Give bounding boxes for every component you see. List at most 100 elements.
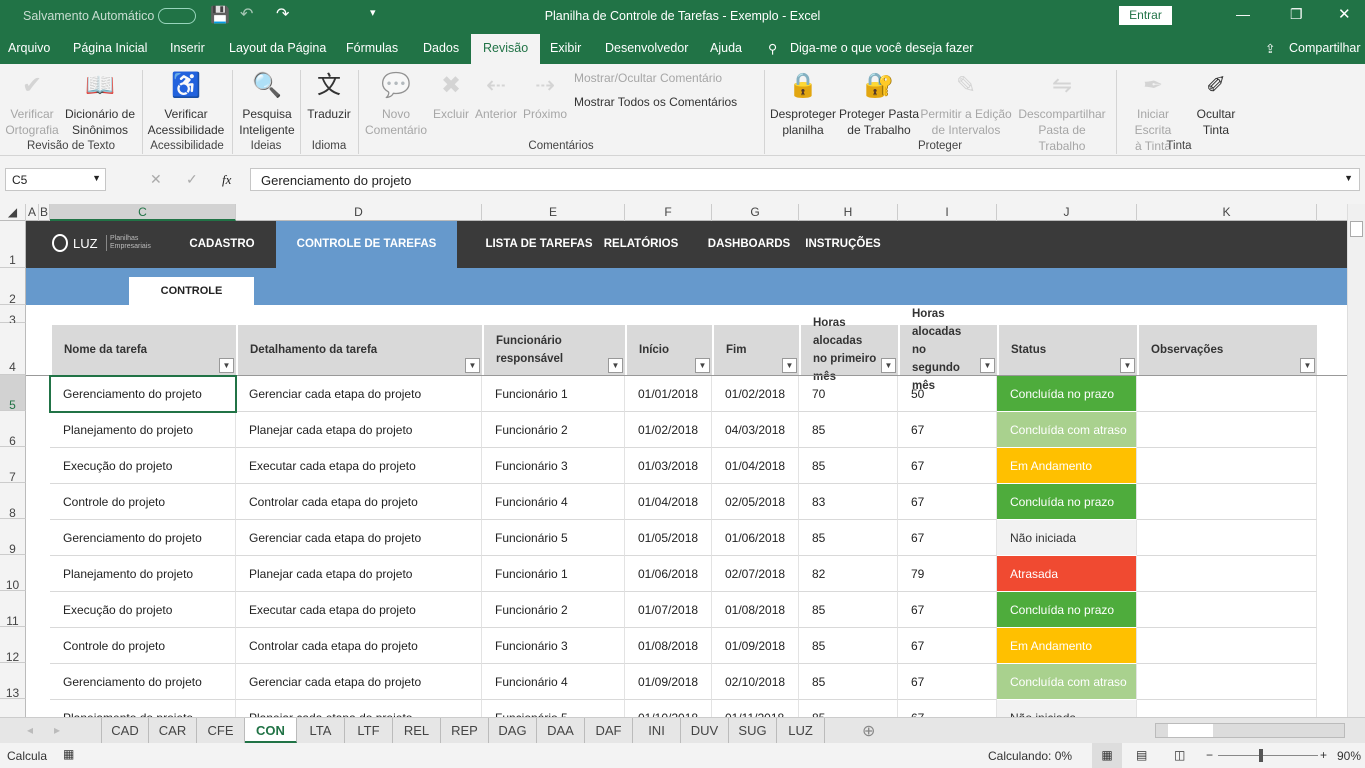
table-cell[interactable]: 01/09/2018 <box>625 664 712 700</box>
verificar-button[interactable]: ♿ Verificar Acessibilidade <box>146 70 226 138</box>
row-header-4[interactable]: 4 <box>0 323 26 375</box>
table-cell[interactable]: 67 <box>898 664 997 700</box>
macro-record-icon[interactable]: ▦ <box>63 747 74 761</box>
table-cell[interactable]: Planejar cada etapa do projeto <box>236 700 482 717</box>
filter-dropdown-icon[interactable]: ▼ <box>782 358 797 373</box>
table-cell[interactable]: Gerenciamento do projeto <box>50 520 236 556</box>
table-cell[interactable]: Funcionário 4 <box>482 484 625 520</box>
table-cell[interactable]: 01/11/2018 <box>712 700 799 717</box>
table-cell[interactable]: 01/09/2018 <box>712 628 799 664</box>
row-header-12[interactable]: 12 <box>0 627 26 664</box>
permitir-a-edição-button[interactable]: ✎ Permitir a Edição de Intervalos <box>918 70 1014 138</box>
table-cell[interactable] <box>1137 520 1317 556</box>
table-cell[interactable] <box>1137 664 1317 700</box>
nav-dashboards[interactable]: DASHBOARDS <box>702 221 796 268</box>
table-cell[interactable]: Funcionário 3 <box>482 628 625 664</box>
table-cell[interactable]: 67 <box>898 484 997 520</box>
table-cell[interactable]: 04/03/2018 <box>712 412 799 448</box>
row-header-6[interactable]: 6 <box>0 411 26 448</box>
table-cell[interactable]: 67 <box>898 520 997 556</box>
zoom-in-icon[interactable]: + <box>1320 748 1327 762</box>
pesquisa-button[interactable]: 🔍 Pesquisa Inteligente <box>236 70 298 138</box>
table-cell[interactable]: 02/10/2018 <box>712 664 799 700</box>
filter-dropdown-icon[interactable]: ▼ <box>881 358 896 373</box>
table-cell[interactable]: 85 <box>799 448 898 484</box>
table-cell[interactable]: 83 <box>799 484 898 520</box>
vertical-scrollbar[interactable] <box>1347 204 1365 717</box>
row-header-1[interactable]: 1 <box>0 221 26 268</box>
column-header-I[interactable]: I <box>898 204 997 221</box>
sheet-tab-luz[interactable]: LUZ <box>777 718 825 743</box>
filter-dropdown-icon[interactable]: ▼ <box>465 358 480 373</box>
table-cell[interactable]: 85 <box>799 628 898 664</box>
table-cell[interactable]: Execução do projeto <box>50 448 236 484</box>
proteger-pasta-button[interactable]: 🔐 Proteger Pasta de Trabalho <box>838 70 920 138</box>
close-icon[interactable]: ✕ <box>1338 5 1351 23</box>
table-cell[interactable]: 67 <box>898 628 997 664</box>
status-badge[interactable]: Concluída no prazo <box>997 592 1137 628</box>
tab-exibir[interactable]: Exibir <box>550 41 581 55</box>
nav-controle-de-tarefas[interactable]: CONTROLE DE TAREFAS <box>276 221 457 268</box>
select-all-button[interactable]: ◢ <box>0 204 26 221</box>
table-cell[interactable]: 85 <box>799 700 898 717</box>
table-cell[interactable] <box>1137 448 1317 484</box>
table-cell[interactable]: 01/06/2018 <box>712 520 799 556</box>
novo-button[interactable]: 💬 Novo Comentário <box>362 70 430 138</box>
formula-input[interactable]: Gerenciamento do projeto ▼ <box>250 168 1360 191</box>
share-button[interactable]: Compartilhar <box>1289 41 1361 55</box>
table-cell[interactable]: Controlar cada etapa do projeto <box>236 628 482 664</box>
subtab-controle[interactable]: CONTROLE <box>129 277 254 305</box>
table-cell[interactable] <box>1137 592 1317 628</box>
row-header-7[interactable]: 7 <box>0 447 26 484</box>
tab-ajuda[interactable]: Ajuda <box>710 41 742 55</box>
table-cell[interactable]: 85 <box>799 664 898 700</box>
table-cell[interactable]: Funcionário 5 <box>482 700 625 717</box>
table-cell[interactable]: 82 <box>799 556 898 592</box>
anterior-button[interactable]: ⇠ Anterior <box>472 70 520 122</box>
table-cell[interactable]: Controle do projeto <box>50 628 236 664</box>
signin-button[interactable]: Entrar <box>1119 6 1172 25</box>
row-header-9[interactable]: 9 <box>0 519 26 556</box>
table-cell[interactable]: 01/05/2018 <box>625 520 712 556</box>
sheet-tab-con[interactable]: CON <box>245 718 297 743</box>
sheet-tab-ltf[interactable]: LTF <box>345 718 393 743</box>
column-header-H[interactable]: H <box>799 204 898 221</box>
ocultar-button[interactable]: ✐ Ocultar Tinta <box>1194 70 1238 138</box>
enter-icon[interactable]: ✓ <box>186 171 198 188</box>
table-cell[interactable]: Funcionário 1 <box>482 556 625 592</box>
filter-dropdown-icon[interactable]: ▼ <box>219 358 234 373</box>
sheet-tab-rel[interactable]: REL <box>393 718 441 743</box>
normal-view-icon[interactable]: ▦ <box>1092 743 1122 768</box>
table-cell[interactable]: 01/04/2018 <box>625 484 712 520</box>
sheet-tab-daf[interactable]: DAF <box>585 718 633 743</box>
table-cell[interactable]: 01/02/2018 <box>625 412 712 448</box>
row-header-10[interactable]: 10 <box>0 555 26 592</box>
table-cell[interactable]: 01/08/2018 <box>625 628 712 664</box>
status-badge[interactable]: Concluída com atraso <box>997 412 1137 448</box>
table-cell[interactable] <box>1137 484 1317 520</box>
table-cell[interactable]: 01/03/2018 <box>625 448 712 484</box>
table-cell[interactable]: 02/07/2018 <box>712 556 799 592</box>
h-scroll-thumb[interactable] <box>1168 724 1213 737</box>
sheet-tab-daa[interactable]: DAA <box>537 718 585 743</box>
column-header-C[interactable]: C <box>50 204 236 221</box>
sheet-tab-sug[interactable]: SUG <box>729 718 777 743</box>
table-cell[interactable]: Funcionário 4 <box>482 664 625 700</box>
table-cell[interactable]: 01/06/2018 <box>625 556 712 592</box>
table-cell[interactable]: Planejar cada etapa do projeto <box>236 556 482 592</box>
filter-dropdown-icon[interactable]: ▼ <box>980 358 995 373</box>
status-badge[interactable]: Atrasada <box>997 556 1137 592</box>
table-cell[interactable]: Gerenciamento do projeto <box>50 664 236 700</box>
table-cell[interactable] <box>1137 412 1317 448</box>
status-badge[interactable]: Em Andamento <box>997 448 1137 484</box>
column-header-F[interactable]: F <box>625 204 712 221</box>
column-header-J[interactable]: J <box>997 204 1137 221</box>
status-badge[interactable]: Concluída com atraso <box>997 664 1137 700</box>
table-cell[interactable]: 67 <box>898 592 997 628</box>
table-cell[interactable]: Planejamento do projeto <box>50 556 236 592</box>
table-cell[interactable]: 70 <box>799 376 898 412</box>
dicionário-de-button[interactable]: 📖 Dicionário de Sinônimos <box>62 70 138 138</box>
sheet-tab-duv[interactable]: DUV <box>681 718 729 743</box>
table-cell[interactable]: Controle do projeto <box>50 484 236 520</box>
tab-dados[interactable]: Dados <box>423 41 459 55</box>
